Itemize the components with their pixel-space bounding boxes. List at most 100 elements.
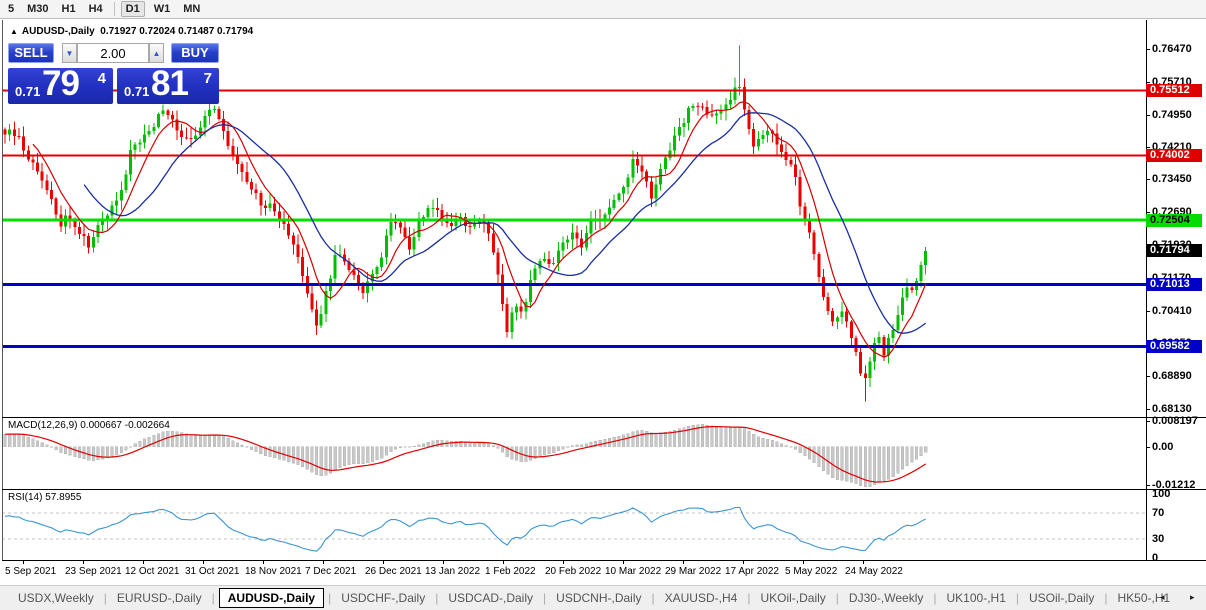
x-tick-mark	[803, 561, 804, 564]
y-tick-mark	[1146, 408, 1150, 410]
date-axis: 5 Sep 2021 23 Sep 2021 12 Oct 2021 31 Oct 2…	[0, 561, 1206, 585]
chart-tab-bar: USDX,Weekly | EURUSD-,Daily | AUDUSD-,Daily |…	[0, 585, 1206, 610]
x-tick-label: 10 Mar 2022	[605, 566, 662, 577]
x-tick-mark	[623, 561, 624, 564]
buy-button[interactable]: BUY	[171, 43, 219, 63]
rsi-tick-label: 100	[1152, 488, 1171, 500]
x-tick-mark	[23, 561, 24, 564]
ma-slow-line[interactable]	[83, 112, 927, 334]
timeframe-m30[interactable]: M30	[23, 2, 52, 16]
tab-separator: |	[1015, 591, 1019, 605]
x-tick-mark	[323, 561, 324, 564]
macd-tick-label: 0.008197	[1152, 415, 1198, 427]
one-click-trade-widget: SELL ▼ ▲ BUY 0.71 79 4 0.71 81 7	[8, 43, 219, 104]
x-tick-label: 31 Oct 2021	[185, 566, 240, 577]
rsi-label: RSI(14) 57.8955	[8, 492, 82, 503]
macd-values: 0.000667 -0.002664	[80, 420, 170, 431]
buy-price-panel[interactable]: 0.71 81 7	[117, 68, 219, 104]
y-tick-mark	[1146, 376, 1150, 378]
x-tick-label: 13 Jan 2022	[425, 566, 481, 577]
price-badge: 0.72504	[1146, 213, 1202, 227]
tab-separator: |	[543, 591, 547, 605]
x-tick-label: 26 Dec 2021	[365, 566, 422, 577]
timeframe-toolbar: 5 M30 H1 H4 D1 W1 MN	[0, 0, 1206, 19]
tab-hk50-h1[interactable]: HK50-,H1	[1111, 588, 1176, 608]
tab-dj30-weekly[interactable]: DJ30-,Weekly	[843, 588, 929, 608]
tab-audusd-daily[interactable]: AUDUSD-,Daily	[218, 588, 325, 608]
y-tick-mark	[1146, 146, 1150, 148]
tab-eurusd-daily[interactable]: EURUSD-,Daily	[111, 588, 208, 608]
macd-tick-label: 0.00	[1152, 440, 1174, 453]
x-tick-label: 5 May 2022	[785, 566, 838, 577]
x-tick-label: 17 Apr 2022	[725, 566, 779, 577]
rsi-value: 57.8955	[45, 492, 82, 503]
tab-separator: |	[1104, 591, 1108, 605]
tab-xauusd-h4[interactable]: XAUUSD-,H4	[659, 588, 744, 608]
price-badge: 0.69582	[1146, 339, 1202, 353]
tab-separator: |	[835, 591, 839, 605]
rsi-tick-label: 70	[1152, 507, 1165, 520]
volume-down-button[interactable]: ▼	[62, 43, 77, 63]
rsi-level-lines	[2, 512, 1146, 540]
macd-signal-line	[4, 426, 927, 483]
timeframe-d1[interactable]: D1	[120, 1, 145, 17]
arrow-down-icon: ▼	[65, 49, 74, 58]
tab-usdchf-daily[interactable]: USDCHF-,Daily	[335, 588, 431, 608]
tab-scroll-left-icon[interactable]: ◂	[1160, 592, 1165, 603]
timeframe-w1[interactable]: W1	[150, 2, 175, 16]
x-tick-mark	[203, 561, 204, 564]
tab-separator: |	[651, 591, 655, 605]
timeframe-mn[interactable]: MN	[179, 2, 204, 16]
tab-uk100-h1[interactable]: UK100-,H1	[941, 588, 1012, 608]
chart-left-border	[2, 20, 3, 560]
y-tick-mark	[1146, 49, 1150, 50]
timeframe-5[interactable]: 5	[4, 2, 18, 16]
volume-up-button[interactable]: ▲	[149, 43, 164, 63]
macd-label: MACD(12,26,9) 0.000667 -0.002664	[8, 420, 170, 431]
x-tick-label: 23 Sep 2021	[65, 566, 122, 577]
y-tick-mark	[1146, 421, 1150, 422]
tab-usdx-weekly[interactable]: USDX,Weekly	[12, 588, 100, 608]
sell-price-big: 79	[42, 68, 80, 103]
buy-price-big: 81	[151, 68, 189, 103]
sell-price-panel[interactable]: 0.71 79 4	[8, 68, 113, 104]
chart-macd-separator[interactable]	[2, 417, 1206, 418]
x-tick-mark	[443, 561, 444, 564]
x-tick-label: 7 Dec 2021	[305, 566, 357, 577]
x-tick-label: 5 Sep 2021	[5, 566, 57, 577]
sell-price-sup: 4	[97, 70, 106, 87]
y-tick-mark	[1146, 310, 1150, 312]
tab-usdcad-daily[interactable]: USDCAD-,Daily	[442, 588, 539, 608]
volume-input[interactable]	[77, 43, 149, 63]
rsi-tick-label: 30	[1152, 532, 1165, 545]
x-tick-label: 1 Feb 2022	[485, 566, 536, 577]
rsi-panel[interactable]	[2, 490, 1146, 560]
tab-separator: |	[435, 591, 439, 605]
y-tick-label: 0.68130	[1152, 402, 1192, 415]
tab-separator: |	[211, 591, 215, 605]
x-tick-mark	[563, 561, 564, 564]
x-tick-mark	[263, 561, 264, 564]
y-tick-label: 0.68890	[1152, 370, 1192, 383]
buy-price-sup: 7	[203, 70, 212, 87]
tab-separator: |	[747, 591, 751, 605]
macd-rsi-separator[interactable]	[2, 489, 1206, 490]
x-tick-mark	[83, 561, 84, 564]
tab-ukoil-daily[interactable]: UKOil-,Daily	[754, 588, 831, 608]
y-tick-label: 0.76470	[1152, 43, 1192, 55]
horizontal-level-lines[interactable]	[2, 89, 1146, 348]
sell-button[interactable]: SELL	[8, 43, 54, 63]
tab-separator: |	[933, 591, 937, 605]
x-tick-label: 29 Mar 2022	[665, 566, 722, 577]
x-tick-label: 12 Oct 2021	[125, 566, 180, 577]
timeframe-h4[interactable]: H4	[85, 2, 107, 16]
y-tick-mark	[1146, 446, 1150, 448]
tab-usdcnh-daily[interactable]: USDCNH-,Daily	[550, 588, 647, 608]
tab-scroll-right-icon[interactable]: ▸	[1190, 592, 1195, 603]
y-tick-label: 0.73450	[1152, 173, 1192, 186]
tab-usoil-daily[interactable]: USOil-,Daily	[1023, 588, 1100, 608]
timeframe-h1[interactable]: H1	[58, 2, 80, 16]
macd-histogram	[3, 424, 928, 488]
ma-fast-line[interactable]	[32, 101, 927, 358]
macd-panel[interactable]	[2, 418, 1146, 489]
